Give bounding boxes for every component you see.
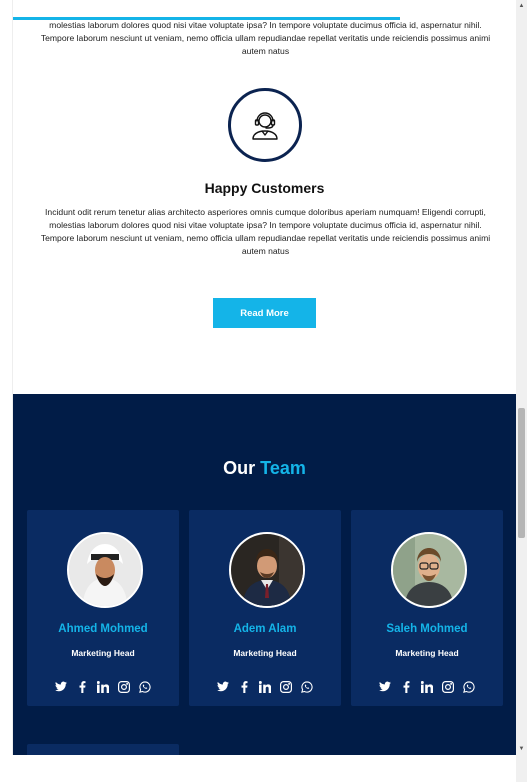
linkedin-icon[interactable] [421,680,434,693]
instagram-icon[interactable] [442,680,455,693]
service-description-top: molestias laborum dolores quod nisi vita… [40,20,491,56]
happy-customers-title: Happy Customers [204,180,325,196]
twitter-icon[interactable] [55,680,68,693]
team-section: Our Team Ahmed Mohmed Marketing Head Ade… [13,394,516,782]
avatar [391,532,467,608]
facebook-icon[interactable] [238,680,251,693]
services-section: molestias laborum dolores quod nisi vita… [13,0,516,394]
scrollbar-thumb[interactable] [518,408,525,538]
social-links [351,680,503,693]
whatsapp-icon[interactable] [301,680,314,693]
member-role: Marketing Head [395,648,459,658]
instagram-icon[interactable] [118,680,131,693]
avatar [67,532,143,608]
left-gutter [0,0,13,782]
instagram-icon[interactable] [280,680,293,693]
vertical-scrollbar[interactable]: ▲ ▼ [516,0,527,782]
team-title-accent: Team [260,458,306,478]
team-card: Saleh Mohmed Marketing Head [351,510,503,706]
team-card: Ahmed Mohmed Marketing Head [27,510,179,706]
linkedin-icon[interactable] [259,680,272,693]
social-links [189,680,341,693]
member-name: Saleh Mohmed [386,623,468,635]
scroll-up-arrow-icon[interactable]: ▲ [516,0,527,11]
scroll-progress-bar [13,17,400,20]
twitter-icon[interactable] [379,680,392,693]
linkedin-icon[interactable] [97,680,110,693]
member-name: Adem Alam [233,623,297,635]
team-title: Our Team [13,458,516,479]
read-more-button[interactable]: Read More [213,298,316,328]
customer-support-headset-icon [228,88,302,162]
member-role: Marketing Head [71,648,135,658]
page-bottom-strip [0,755,527,782]
page: molestias laborum dolores quod nisi vita… [0,0,527,782]
facebook-icon[interactable] [400,680,413,693]
member-role: Marketing Head [233,648,297,658]
avatar [229,532,305,608]
facebook-icon[interactable] [76,680,89,693]
whatsapp-icon[interactable] [463,680,476,693]
team-title-prefix: Our [223,458,256,478]
happy-customers-description: Incidunt odit rerum tenetur alias archit… [40,207,491,256]
member-name: Ahmed Mohmed [58,623,148,635]
twitter-icon[interactable] [217,680,230,693]
team-card: Adem Alam Marketing Head [189,510,341,706]
social-links [27,680,179,693]
scroll-down-arrow-icon[interactable]: ▼ [516,743,527,754]
whatsapp-icon[interactable] [139,680,152,693]
